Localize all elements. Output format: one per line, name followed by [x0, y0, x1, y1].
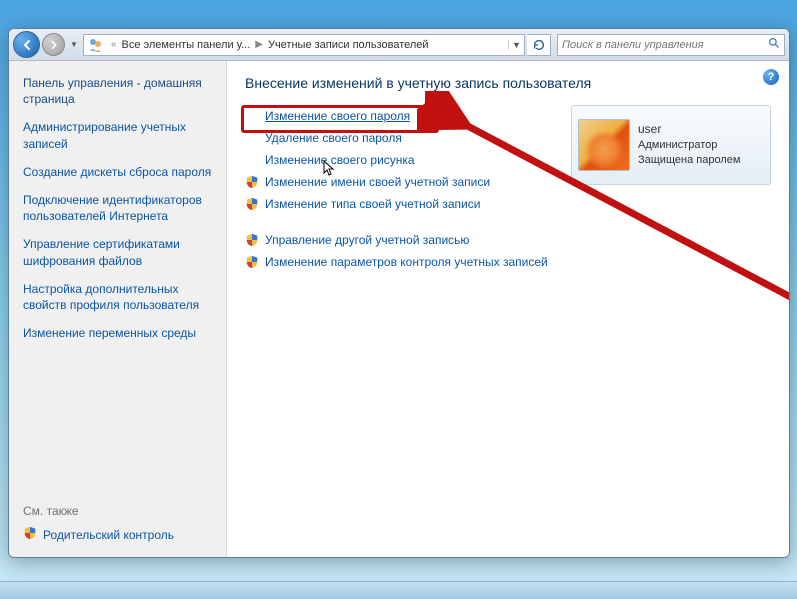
action-change-account-type[interactable]: Изменение типа своей учетной записи	[265, 197, 480, 211]
user-name: user	[638, 121, 740, 138]
shield-icon	[245, 255, 259, 269]
action-change-uac-settings[interactable]: Изменение параметров контроля учетных за…	[265, 255, 548, 269]
see-also-label: Родительский контроль	[43, 528, 174, 542]
action-change-password[interactable]: Изменение своего пароля	[265, 109, 410, 123]
breadcrumb[interactable]: « Все элементы панели у... ▶ Учетные зап…	[83, 34, 525, 56]
nav-history-dropdown[interactable]: ▼	[67, 40, 81, 49]
shield-icon	[245, 197, 259, 211]
user-card: user Администратор Защищена паролем	[571, 105, 771, 185]
help-icon[interactable]: ?	[763, 69, 779, 85]
control-panel-home-link[interactable]: Панель управления - домашняя страница	[23, 75, 212, 107]
breadcrumb-seg-1[interactable]: Все элементы панели у...	[119, 39, 252, 51]
shield-icon	[245, 233, 259, 247]
navbar: ▼ « Все элементы панели у... ▶ Учетные з…	[9, 29, 789, 61]
sidebar-task-env-vars[interactable]: Изменение переменных среды	[23, 325, 212, 341]
action-change-account-name[interactable]: Изменение имени своей учетной записи	[265, 175, 490, 189]
content-pane: ? Внесение изменений в учетную запись по…	[227, 61, 789, 557]
user-password-status: Защищена паролем	[638, 153, 740, 168]
search-input[interactable]	[558, 39, 764, 51]
user-accounts-icon	[87, 36, 105, 54]
taskbar[interactable]	[0, 581, 797, 599]
search-icon[interactable]	[764, 37, 784, 53]
breadcrumb-left-chevron[interactable]: «	[108, 39, 120, 50]
search-box[interactable]	[557, 34, 785, 56]
action-list-secondary: Управление другой учетной записью Измене…	[245, 233, 771, 269]
sidebar-task-advanced-profile[interactable]: Настройка дополнительных свойств профиля…	[23, 281, 212, 313]
shield-icon	[245, 175, 259, 189]
see-also-header: См. также	[23, 504, 212, 518]
see-also-parental-controls[interactable]: Родительский контроль	[23, 526, 212, 543]
breadcrumb-seg-2[interactable]: Учетные записи пользователей	[266, 39, 431, 51]
breadcrumb-dropdown[interactable]: ▼	[508, 40, 524, 50]
action-manage-other-account[interactable]: Управление другой учетной записью	[265, 233, 469, 247]
user-role: Администратор	[638, 138, 740, 153]
page-title: Внесение изменений в учетную запись поль…	[245, 75, 771, 91]
sidebar-task-manage-certs[interactable]: Управление сертификатами шифрования файл…	[23, 236, 212, 268]
nav-forward-button[interactable]	[42, 33, 65, 56]
avatar	[578, 119, 630, 171]
shield-icon	[23, 526, 37, 543]
action-change-picture[interactable]: Изменение своего рисунка	[265, 153, 415, 167]
sidebar-task-password-reset-disk[interactable]: Создание дискеты сброса пароля	[23, 164, 212, 180]
refresh-button[interactable]	[527, 34, 551, 56]
user-info: user Администратор Защищена паролем	[638, 121, 740, 169]
action-remove-password[interactable]: Удаление своего пароля	[265, 131, 402, 145]
sidebar-task-manage-accounts[interactable]: Администрирование учетных записей	[23, 119, 212, 151]
breadcrumb-chevron-icon: ▶	[252, 39, 266, 50]
body-area: Панель управления - домашняя страница Ад…	[9, 61, 789, 557]
sidebar-task-link-online-ids[interactable]: Подключение идентификаторов пользователе…	[23, 192, 212, 224]
sidebar: Панель управления - домашняя страница Ад…	[9, 61, 227, 557]
nav-back-button[interactable]	[13, 31, 40, 58]
control-panel-window: — ▢ ✕ ▼ « Все элементы панели у... ▶ Уче…	[8, 28, 790, 558]
